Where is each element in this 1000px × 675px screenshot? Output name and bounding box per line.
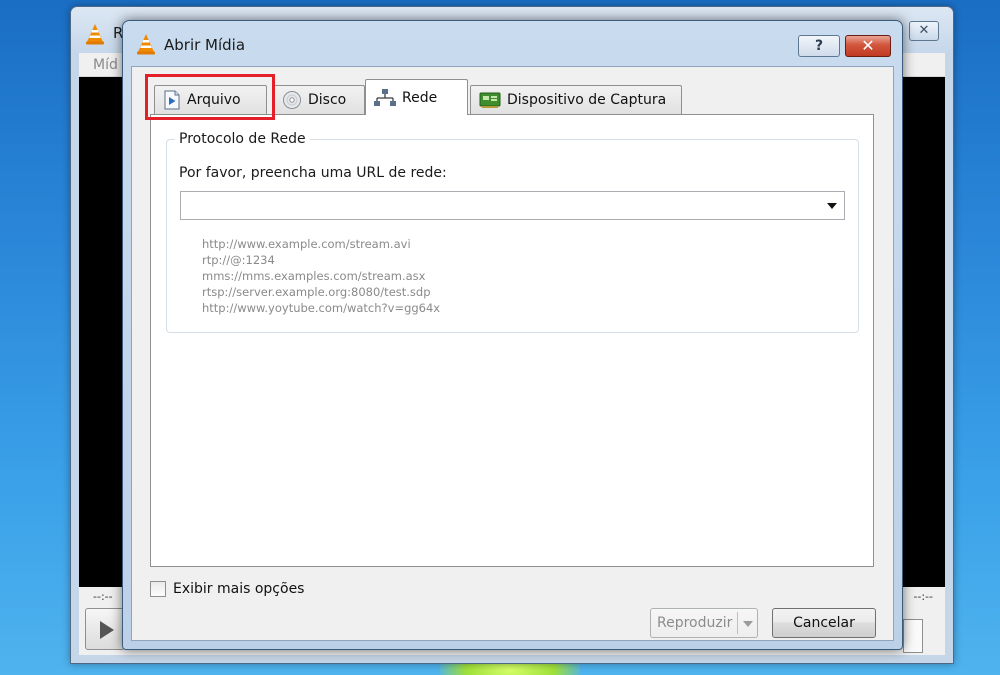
url-example: rtp://@:1234 [202, 253, 275, 267]
main-close-button[interactable]: ✕ [909, 21, 939, 41]
chevron-down-icon[interactable] [743, 621, 753, 627]
url-example: http://www.example.com/stream.avi [202, 237, 411, 251]
dialog-close-button[interactable]: ✕ [845, 35, 891, 57]
dialog-title: Abrir Mídia [164, 36, 246, 54]
dropdown-arrow-icon[interactable] [827, 203, 837, 209]
tab-disco[interactable]: Disco [273, 85, 365, 114]
help-button[interactable]: ? [798, 35, 840, 57]
capture-card-icon [479, 92, 501, 108]
network-icon [374, 88, 396, 106]
play-button-label: Reproduzir [657, 615, 733, 631]
show-more-options[interactable]: Exibir mais opções [150, 581, 304, 597]
volume-control[interactable] [903, 619, 923, 653]
url-combobox[interactable] [180, 191, 845, 220]
cancel-button[interactable]: Cancelar [772, 608, 876, 638]
show-more-options-label: Exibir mais opções [173, 581, 305, 597]
split-divider [737, 612, 738, 634]
url-example: http://www.yoytube.com/watch?v=gg64x [202, 301, 441, 315]
network-tab-panel: Protocolo de Rede Por favor, preencha um… [150, 114, 874, 567]
show-more-options-checkbox[interactable] [150, 581, 166, 597]
url-input[interactable] [181, 192, 821, 219]
dialog-client-area: Arquivo Disco Rede Dispositivo de Captur… [131, 66, 894, 641]
url-label: Por favor, preencha uma URL de rede: [179, 165, 447, 181]
tab-label: Rede [402, 89, 438, 106]
tab-dispositivo-captura[interactable]: Dispositivo de Captura [470, 85, 682, 114]
url-example: rtsp://server.example.org:8080/test.sdp [202, 285, 431, 299]
tab-arquivo[interactable]: Arquivo [154, 85, 267, 114]
play-icon [100, 621, 114, 639]
main-play-button[interactable] [85, 608, 125, 650]
total-time: --:-- [913, 590, 933, 603]
group-title: Protocolo de Rede [175, 131, 310, 147]
tab-label: Arquivo [187, 92, 241, 108]
vlc-cone-icon [137, 34, 155, 55]
open-media-dialog: Abrir Mídia ? ✕ Arquivo Disco Rede Dispo… [122, 20, 903, 650]
tab-rede[interactable]: Rede [365, 79, 468, 115]
tab-label: Disco [308, 92, 347, 108]
play-button[interactable]: Reproduzir [650, 608, 758, 638]
elapsed-time: --:-- [93, 590, 113, 603]
tab-label: Dispositivo de Captura [507, 92, 667, 108]
disc-icon [283, 91, 301, 109]
url-examples: http://www.example.com/stream.avi rtp://… [202, 236, 440, 316]
vlc-cone-icon [86, 24, 104, 45]
file-play-icon [164, 90, 180, 110]
url-example: mms://mms.examples.com/stream.asx [202, 269, 426, 283]
menu-item-media[interactable]: Míd [93, 57, 118, 73]
network-protocol-group: Protocolo de Rede Por favor, preencha um… [166, 131, 859, 333]
